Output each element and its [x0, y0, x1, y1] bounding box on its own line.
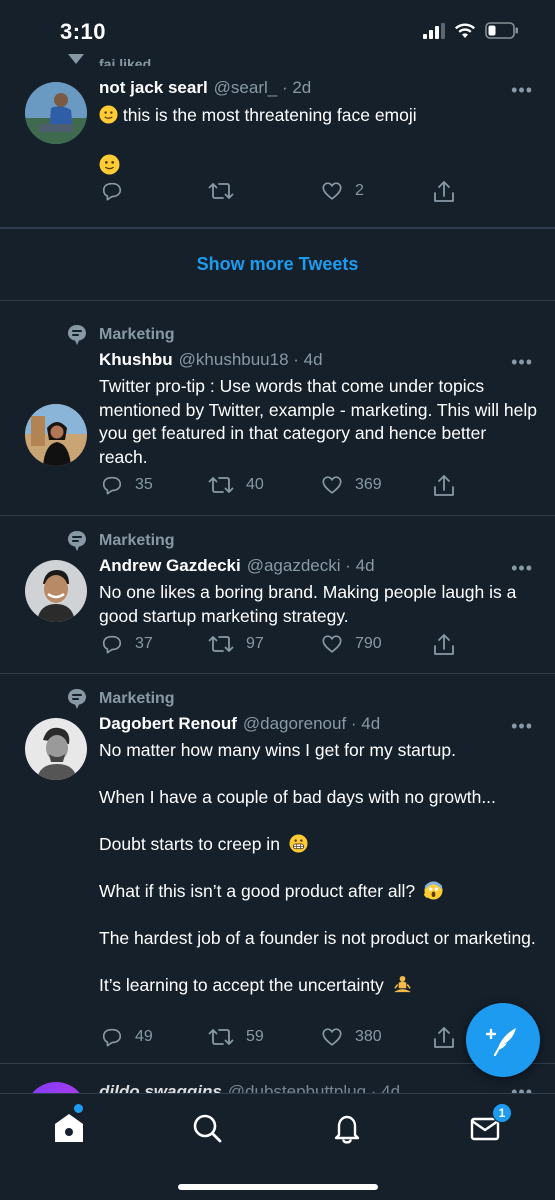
tweet-context-topic[interactable]: Marketing [99, 690, 175, 708]
retweet-button[interactable]: 97 [208, 633, 264, 655]
home-indicator-bar[interactable] [178, 1184, 378, 1190]
tweet-paragraph: The hardest job of a founder is not prod… [99, 928, 536, 948]
retweet-icon [208, 183, 234, 199]
more-icon[interactable]: ••• [511, 80, 533, 101]
like-button[interactable]: 380 [321, 1026, 382, 1048]
person-meditating-icon [393, 975, 411, 993]
share-icon [434, 634, 454, 655]
tweet-text: No one likes a boring brand. Making peop… [99, 582, 517, 626]
avatar[interactable] [25, 560, 87, 622]
reply-icon [102, 476, 122, 495]
more-icon[interactable]: ••• [511, 558, 533, 579]
reply-button[interactable] [101, 180, 135, 202]
slightly-smiling-face-icon [99, 105, 118, 124]
tweet-actions: 49 59 380 [99, 1026, 469, 1052]
tweet-text: Twitter pro-tip : Use words that come un… [99, 376, 538, 467]
reply-button[interactable]: 37 [101, 633, 153, 655]
tweet-header: Andrew Gazdecki @agazdecki · 4d [99, 556, 375, 576]
tweet-header: Khushbu @khushbuu18 · 4d [99, 350, 323, 370]
topic-icon [68, 689, 86, 709]
topic-icon [68, 531, 86, 551]
tweet-context: fai liked [99, 56, 152, 66]
messages-badge: 1 [492, 1103, 512, 1123]
grimacing-face-icon [289, 834, 308, 853]
show-more-tweets-link[interactable]: Show more Tweets [0, 228, 555, 301]
retweet-icon [208, 636, 234, 652]
avatar[interactable] [25, 82, 87, 144]
more-icon[interactable]: ••• [511, 352, 533, 373]
share-icon [434, 181, 454, 202]
screaming-face-icon [424, 881, 443, 900]
share-button[interactable] [433, 633, 455, 657]
reply-icon [102, 1028, 122, 1047]
topic-icon [68, 325, 86, 345]
tweet-header: not jack searl @searl_ · 2d [99, 78, 311, 98]
author-name[interactable]: not jack searl [99, 78, 208, 97]
share-icon [434, 1027, 454, 1048]
avatar[interactable] [25, 718, 87, 780]
wifi-icon [455, 23, 475, 38]
author-name[interactable]: Dagobert Renouf [99, 714, 237, 733]
tweet-context-topic[interactable]: Marketing [99, 326, 175, 344]
tweet-paragraph: Doubt starts to creep in [99, 833, 539, 857]
heart-icon [68, 54, 84, 64]
tweet-actions: 2 [99, 180, 469, 206]
home-icon[interactable] [52, 1111, 86, 1145]
like-button[interactable]: 369 [321, 474, 382, 496]
tweet-text: this is the most threatening face emoji [99, 104, 539, 178]
like-button[interactable]: 790 [321, 633, 382, 655]
tweet-paragraph: When I have a couple of bad days with no… [99, 787, 496, 807]
tweet-actions: 35 40 369 [99, 474, 469, 500]
tweet-actions: 37 97 790 [99, 633, 469, 659]
tweet-text-line: this is the most threatening face emoji [122, 105, 417, 125]
share-button[interactable] [433, 1026, 455, 1050]
battery-icon [485, 22, 518, 39]
author-handle[interactable]: @agazdecki · 4d [247, 556, 375, 575]
compose-tweet-button[interactable] [466, 1003, 540, 1077]
retweet-button[interactable]: 59 [208, 1026, 264, 1048]
tweet-paragraph: It’s learning to accept the uncertainty [99, 974, 539, 998]
like-icon [322, 635, 342, 653]
retweet-icon [208, 1029, 234, 1045]
tweet-paragraph: No matter how many wins I get for my sta… [99, 740, 456, 760]
tweet-paragraph: What if this isn’t a good product after … [99, 880, 539, 904]
status-icons [423, 22, 519, 39]
tweet-text: No matter how many wins I get for my sta… [99, 739, 539, 998]
reply-button[interactable]: 49 [101, 1026, 153, 1048]
retweet-icon [208, 477, 234, 493]
compose-icon [485, 1028, 516, 1057]
signal-icon [423, 22, 445, 39]
reply-icon [102, 635, 122, 654]
retweet-button[interactable] [208, 180, 246, 202]
author-handle[interactable]: @dagorenouf · 4d [243, 714, 380, 733]
reply-button[interactable]: 35 [101, 474, 153, 496]
share-icon [434, 475, 454, 496]
like-icon [322, 476, 342, 494]
share-button[interactable] [433, 180, 455, 204]
tweet-header: Dagobert Renouf @dagorenouf · 4d [99, 714, 380, 734]
home-new-indicator [74, 1104, 83, 1113]
slightly-smiling-face-icon [99, 154, 120, 174]
author-name[interactable]: Andrew Gazdecki [99, 556, 241, 575]
author-name[interactable]: Khushbu [99, 350, 173, 369]
twitter-home-screen: 3:10 fai liked not jack searl @searl_ · … [0, 0, 555, 1200]
retweet-button[interactable]: 40 [208, 474, 264, 496]
author-handle[interactable]: @khushbuu18 · 4d [179, 350, 323, 369]
status-time: 3:10 [60, 19, 107, 44]
like-icon [322, 182, 342, 200]
more-icon[interactable]: ••• [511, 716, 533, 737]
author-handle[interactable]: @searl_ · 2d [214, 78, 312, 97]
tweet-dagobert-renouf[interactable]: Marketing Dagobert Renouf @dagorenouf · 4… [0, 674, 555, 1064]
timeline-feed: fai liked not jack searl @searl_ · 2d ••• [0, 50, 555, 1104]
reply-icon [102, 182, 122, 201]
like-button[interactable]: 2 [321, 180, 364, 202]
search-icon[interactable] [190, 1111, 224, 1145]
like-icon [322, 1028, 342, 1046]
bell-icon[interactable] [330, 1111, 364, 1145]
tweet-context-topic[interactable]: Marketing [99, 532, 175, 550]
share-button[interactable] [433, 474, 455, 498]
tweet-not-jack-searl[interactable]: fai liked not jack searl @searl_ · 2d ••• [0, 50, 555, 228]
avatar[interactable] [25, 404, 87, 466]
